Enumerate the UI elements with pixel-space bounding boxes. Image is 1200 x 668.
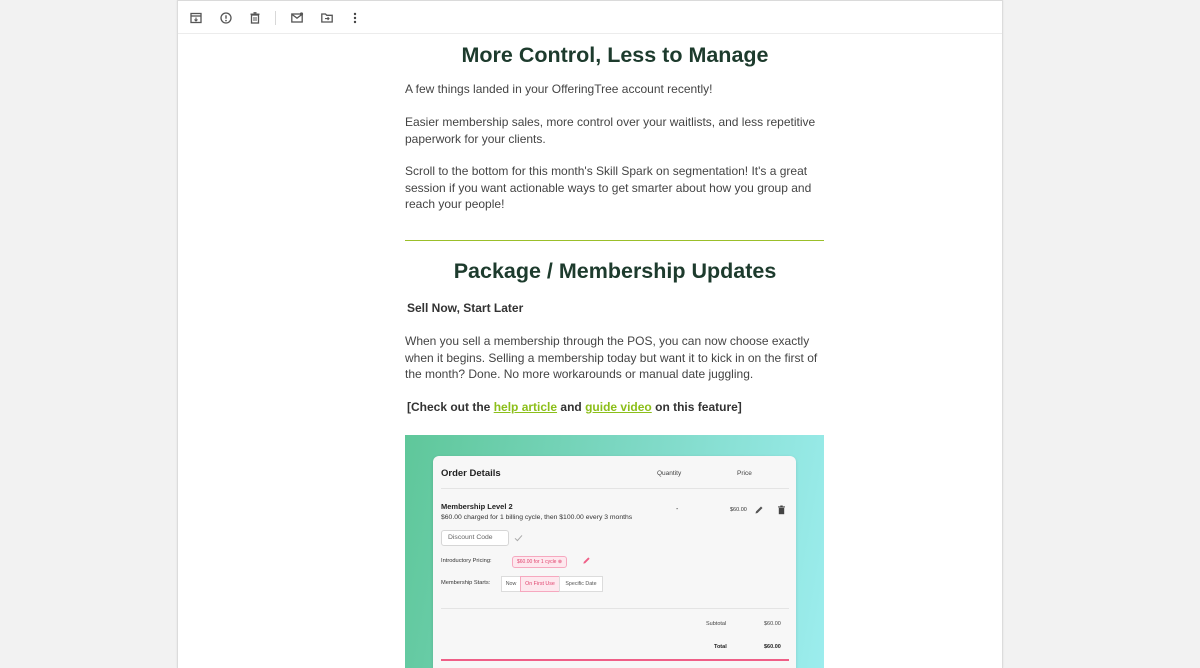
total-value: $60.00 <box>764 644 781 650</box>
intro-pricing-pill: $60.00 for 1 cycle ⊗ <box>512 556 568 568</box>
mark-unread-icon[interactable] <box>289 10 305 26</box>
toolbar-divider <box>275 11 276 25</box>
section-heading: Package / Membership Updates <box>453 259 777 283</box>
intro-pricing-label: Introductory Pricing: <box>441 558 492 564</box>
check-icon <box>514 535 523 542</box>
move-to-icon[interactable] <box>319 10 335 26</box>
item-description: $60.00 charged for 1 billing cycle, then… <box>441 514 633 521</box>
feature-cta: [Check out the help article and guide vi… <box>407 400 742 414</box>
order-details-card: Order Details Quantity Price Membership … <box>433 456 796 668</box>
guide-video-link[interactable]: guide video <box>585 400 652 414</box>
remove-icon: ⊗ <box>557 559 563 565</box>
intro-paragraph-3: Scroll to the bottom for this month's Sk… <box>405 164 812 211</box>
intro-heading: More Control, Less to Manage <box>461 43 769 67</box>
more-options-icon[interactable] <box>347 10 363 26</box>
subtotal-label: Subtotal <box>706 621 727 627</box>
price-column-header: Price <box>737 470 752 477</box>
start-option-now: Now <box>501 576 521 592</box>
email-view-panel: More Control, Less to Manage A few thing… <box>177 0 1003 668</box>
intro-paragraph-2: Easier membership sales, more control ov… <box>405 115 816 146</box>
delete-icon[interactable] <box>247 10 263 26</box>
feature-screenshot-image: Order Details Quantity Price Membership … <box>405 435 824 668</box>
item-name: Membership Level 2 <box>441 502 513 511</box>
feature-subheading: Sell Now, Start Later <box>407 301 524 315</box>
trash-icon <box>778 505 785 515</box>
total-underline <box>441 659 789 661</box>
pencil-icon <box>755 506 763 514</box>
membership-starts-label: Membership Starts: <box>441 580 491 586</box>
report-spam-icon[interactable] <box>218 10 234 26</box>
pencil-icon <box>583 557 590 564</box>
card-divider <box>441 488 789 489</box>
discount-code-field: Discount Code <box>441 530 509 546</box>
order-details-title: Order Details <box>441 468 501 479</box>
help-article-link[interactable]: help article <box>494 400 557 414</box>
intro-paragraph-1: A few things landed in your OfferingTree… <box>405 82 713 96</box>
feature-description: When you sell a membership through the P… <box>405 334 818 381</box>
total-label: Total <box>714 644 727 650</box>
start-option-on-first-use: On First Use <box>520 576 560 592</box>
item-price: $60.00 <box>730 507 747 513</box>
archive-icon[interactable] <box>188 10 204 26</box>
subtotal-value: $60.00 <box>764 621 781 627</box>
section-divider <box>405 240 824 241</box>
quantity-column-header: Quantity <box>657 470 682 477</box>
start-option-specific-date: Specific Date <box>559 576 603 592</box>
card-divider <box>441 608 789 609</box>
item-quantity: - <box>676 506 679 513</box>
email-toolbar <box>178 0 1002 34</box>
